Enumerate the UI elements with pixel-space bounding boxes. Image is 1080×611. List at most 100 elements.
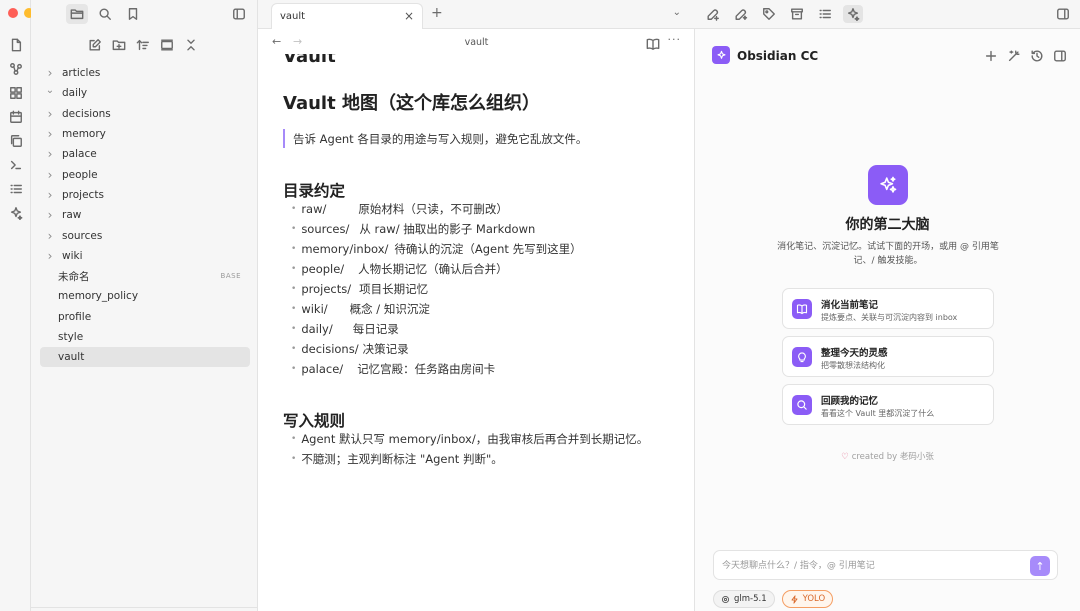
chat-input-box: ↑: [713, 550, 1058, 580]
graph-icon[interactable]: [7, 60, 25, 77]
folder-item[interactable]: › decisions: [40, 104, 250, 124]
grid-icon[interactable]: [7, 84, 25, 101]
editor-pane: vault × + ⌄ ← → vault ··· Vault Vault 地图…: [258, 0, 695, 611]
folder-item[interactable]: › sources: [40, 225, 250, 245]
sparkle-icon[interactable]: [7, 204, 25, 221]
folder-item[interactable]: ⌄ daily: [40, 83, 250, 103]
tree-item-label: projects: [62, 188, 104, 201]
credit-line: ♡ created by 老码小张: [695, 450, 1080, 462]
folder-icon[interactable]: [66, 4, 88, 24]
list-icon[interactable]: [7, 180, 25, 197]
chevron-right-icon[interactable]: ›: [44, 188, 56, 202]
tree-item-label: memory_policy: [58, 290, 139, 303]
directory-purpose: 决策记录: [362, 342, 409, 356]
copy-icon[interactable]: [7, 132, 25, 149]
magic-wand-icon[interactable]: [1006, 48, 1021, 63]
card-review-memory[interactable]: 回顾我的记忆 看看这个 Vault 里都沉淀了什么: [782, 384, 994, 425]
bookmark-icon[interactable]: [122, 4, 144, 24]
file-explorer: › articles ⌄ daily › decisions › memory › palace ›…: [31, 0, 258, 611]
tree-item-label: articles: [62, 67, 101, 80]
folder-item[interactable]: › articles: [40, 63, 250, 83]
folder-item[interactable]: › memory: [40, 124, 250, 144]
list-item: raw/原始材料（只读，不可删改）: [291, 199, 582, 219]
breadcrumb[interactable]: vault: [258, 37, 695, 48]
panel-header: Obsidian CC: [712, 44, 1067, 68]
list-item: projects/项目长期记忆: [291, 279, 582, 299]
file-item[interactable]: style: [40, 327, 250, 347]
calendar-icon[interactable]: [7, 108, 25, 125]
folder-item[interactable]: › wiki: [40, 246, 250, 266]
folder-item[interactable]: › palace: [40, 144, 250, 164]
directory-name: projects/: [301, 282, 352, 296]
sort-icon[interactable]: [134, 36, 151, 53]
file-item[interactable]: 未命名 BASE: [40, 266, 250, 286]
card-digest-note[interactable]: 消化当前笔记 提炼要点、关联与可沉淀内容到 inbox: [782, 288, 994, 329]
blockquote: 告诉 Agent 各目录的用途与写入规则，避免它乱放文件。: [283, 129, 587, 148]
folder-item[interactable]: › people: [40, 164, 250, 184]
tree-item-label: daily: [62, 87, 88, 100]
close-all-icon[interactable]: [182, 36, 199, 53]
tab-title: vault: [280, 11, 306, 22]
file-item[interactable]: vault: [40, 347, 250, 368]
directory-name: memory/inbox/: [301, 242, 389, 256]
send-button[interactable]: ↑: [1030, 556, 1050, 576]
chevron-right-icon[interactable]: ›: [44, 66, 56, 80]
chat-input[interactable]: [722, 557, 1022, 574]
chevron-right-icon[interactable]: ›: [44, 208, 56, 222]
new-tab-icon[interactable]: +: [431, 5, 443, 21]
chevron-right-icon[interactable]: ›: [44, 249, 56, 263]
search-icon[interactable]: [94, 4, 116, 24]
file-item[interactable]: memory_policy: [40, 286, 250, 306]
reading-view-icon[interactable]: [646, 36, 660, 55]
chevron-right-icon[interactable]: ›: [44, 168, 56, 182]
archive-icon[interactable]: [787, 5, 807, 23]
explorer-footer: [31, 607, 258, 611]
collapse-icon[interactable]: [158, 36, 175, 53]
tab-vault[interactable]: vault ×: [271, 3, 423, 29]
yolo-mode-toggle[interactable]: YOLO: [781, 590, 834, 608]
panel-title: Obsidian CC: [737, 49, 819, 63]
plugin-star-icon[interactable]: [731, 5, 751, 23]
more-options-icon[interactable]: ···: [668, 33, 682, 46]
section-heading-write-rules: 写入规则: [283, 412, 346, 430]
chevron-right-icon[interactable]: ›: [44, 147, 56, 161]
note-content[interactable]: Vault Vault 地图（这个库怎么组织） 告诉 Agent 各目录的用途与…: [258, 54, 695, 611]
sparkle-icon[interactable]: [843, 5, 863, 23]
outline-icon[interactable]: [815, 5, 835, 23]
close-tab-icon[interactable]: ×: [404, 9, 414, 23]
split-view-icon[interactable]: [1052, 48, 1067, 63]
sidebar-toggle-icon[interactable]: [228, 4, 250, 24]
plus-icon[interactable]: [983, 48, 998, 63]
chevron-right-icon[interactable]: ›: [44, 229, 56, 243]
directory-list: raw/原始材料（只读，不可删改）sources/从 raw/ 抽取出的影子 M…: [291, 199, 582, 379]
chevron-down-icon[interactable]: ⌄: [673, 7, 681, 18]
new-note-icon[interactable]: [86, 36, 103, 53]
tag-icon[interactable]: [759, 5, 779, 23]
panel-toolbar: [695, 0, 1080, 29]
new-folder-icon[interactable]: [110, 36, 127, 53]
chevron-right-icon[interactable]: ›: [44, 107, 56, 121]
explorer-header: [31, 0, 258, 29]
folder-item[interactable]: › projects: [40, 185, 250, 205]
close-window-button[interactable]: [8, 8, 18, 18]
chevron-right-icon[interactable]: ›: [44, 127, 56, 141]
file-icon[interactable]: [7, 36, 25, 53]
list-item: daily/每日记录: [291, 319, 582, 339]
sidebar-toggle-icon[interactable]: [1053, 5, 1073, 23]
search-icon: [792, 395, 812, 415]
card-organize-ideas[interactable]: 整理今天的灵感 把零散想法结构化: [782, 336, 994, 377]
tree-item-label: style: [58, 331, 84, 343]
terminal-icon[interactable]: [7, 156, 25, 173]
model-name: glm-5.1: [734, 594, 767, 604]
history-icon[interactable]: [1029, 48, 1044, 63]
plugin-add-icon[interactable]: [703, 5, 723, 23]
list-item: memory/inbox/待确认的沉淀（Agent 先写到这里）: [291, 239, 581, 259]
folder-item[interactable]: › raw: [40, 205, 250, 225]
model-selector[interactable]: glm-5.1: [713, 590, 775, 608]
chevron-down-icon[interactable]: ⌄: [44, 85, 56, 96]
file-item[interactable]: profile: [40, 307, 250, 327]
lightbulb-icon: [792, 347, 812, 367]
view-header: ← → vault ···: [258, 30, 695, 54]
tree-item-label: wiki: [62, 249, 83, 262]
explorer-toolbar: [86, 36, 199, 53]
